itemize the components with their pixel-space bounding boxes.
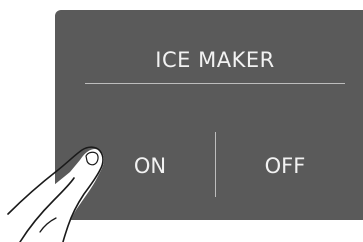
on-button[interactable]: ON [95, 136, 205, 196]
off-button-label: OFF [264, 154, 306, 178]
screenshot-stage: ICE MAKER ON OFF [0, 0, 363, 242]
panel-title: ICE MAKER [155, 48, 275, 72]
off-button[interactable]: OFF [235, 136, 335, 196]
button-divider [215, 132, 216, 197]
on-button-label: ON [133, 154, 167, 178]
ice-maker-control-panel: ICE MAKER ON OFF [55, 10, 363, 220]
title-divider [85, 83, 345, 84]
knuckle-crease [39, 217, 57, 233]
